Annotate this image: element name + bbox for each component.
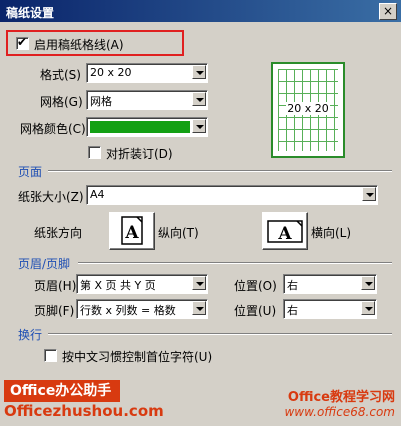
header-label: 页眉(H) — [34, 279, 77, 293]
landscape-button[interactable]: A — [262, 212, 308, 250]
paper-size-label: 纸张大小(Z) — [18, 190, 84, 204]
svg-text:A: A — [277, 224, 292, 244]
grid-select[interactable]: 网格 — [86, 90, 208, 110]
portrait-label: 纵向(T) — [158, 226, 199, 240]
cjk-line-break-label: 按中文习惯控制首位字符(U) — [62, 350, 213, 364]
section-divider — [78, 262, 392, 264]
section-divider — [48, 170, 392, 172]
footer-position-select[interactable]: 右 — [283, 299, 377, 319]
style-value: 20 x 20 — [90, 66, 132, 79]
watermark-url-left: Officezhushou.com — [4, 402, 164, 420]
chevron-down-icon[interactable] — [361, 276, 375, 290]
watermark-logo-left: Office办公助手 — [4, 380, 120, 402]
header-position-label: 位置(O) — [234, 279, 277, 293]
footer-label: 页脚(F) — [34, 304, 75, 318]
footer-value: 行数 x 列数 = 格数 — [80, 304, 176, 317]
chevron-down-icon[interactable] — [361, 301, 375, 315]
grid-color-select[interactable] — [86, 117, 208, 137]
grid-preview: 20 x 20 — [271, 62, 345, 158]
color-swatch — [90, 121, 190, 133]
landscape-icon: A — [267, 220, 303, 244]
cjk-line-break-checkbox[interactable] — [44, 349, 57, 362]
chevron-down-icon[interactable] — [362, 187, 376, 201]
paper-size-select[interactable]: A4 — [86, 185, 378, 205]
chevron-down-icon[interactable] — [192, 65, 206, 79]
fold-binding-checkbox[interactable] — [88, 146, 101, 159]
grid-color-label: 网格颜色(C) — [20, 122, 86, 136]
section-wrap: 换行 — [18, 328, 43, 342]
portrait-icon: A — [121, 216, 143, 245]
header-value: 第 X 页 共 Y 页 — [80, 279, 156, 292]
enable-grid-label: 启用稿纸格线(A) — [34, 38, 124, 52]
chevron-down-icon[interactable] — [192, 119, 206, 133]
portrait-button[interactable]: A — [109, 212, 155, 250]
orientation-label: 纸张方向 — [34, 226, 83, 240]
title-bar: 稿纸设置 × — [0, 0, 401, 22]
style-select[interactable]: 20 x 20 — [86, 63, 208, 83]
chevron-down-icon[interactable] — [192, 276, 206, 290]
footer-select[interactable]: 行数 x 列数 = 格数 — [76, 299, 208, 319]
watermark-right-url: www.office68.com — [284, 405, 395, 419]
svg-text:A: A — [124, 223, 139, 243]
paper-size-value: A4 — [90, 188, 105, 201]
preview-text: 20 x 20 — [286, 102, 330, 115]
section-header-footer: 页眉/页脚 — [18, 257, 71, 271]
close-button[interactable]: × — [379, 3, 397, 20]
chevron-down-icon[interactable] — [192, 301, 206, 315]
footer-position-label: 位置(U) — [234, 304, 277, 318]
grid-value: 网格 — [90, 95, 112, 108]
enable-grid-checkbox[interactable]: ✔ — [16, 35, 29, 50]
check-icon: ✔ — [17, 35, 28, 49]
section-divider — [48, 333, 392, 335]
section-page: 页面 — [18, 165, 43, 179]
grid-label: 网格(G) — [40, 95, 83, 109]
header-position-value: 右 — [287, 279, 298, 292]
fold-binding-label: 对折装订(D) — [106, 147, 173, 161]
header-select[interactable]: 第 X 页 共 Y 页 — [76, 274, 208, 294]
style-label: 格式(S) — [40, 68, 81, 82]
landscape-label: 横向(L) — [311, 226, 352, 240]
close-icon: × — [382, 4, 394, 18]
window-title: 稿纸设置 — [6, 6, 55, 20]
chevron-down-icon[interactable] — [192, 92, 206, 106]
footer-position-value: 右 — [287, 304, 298, 317]
watermark-right: Office教程学习网 www.office68.com — [284, 386, 395, 419]
watermark-right-title: Office教程学习网 — [287, 390, 395, 405]
header-position-select[interactable]: 右 — [283, 274, 377, 294]
